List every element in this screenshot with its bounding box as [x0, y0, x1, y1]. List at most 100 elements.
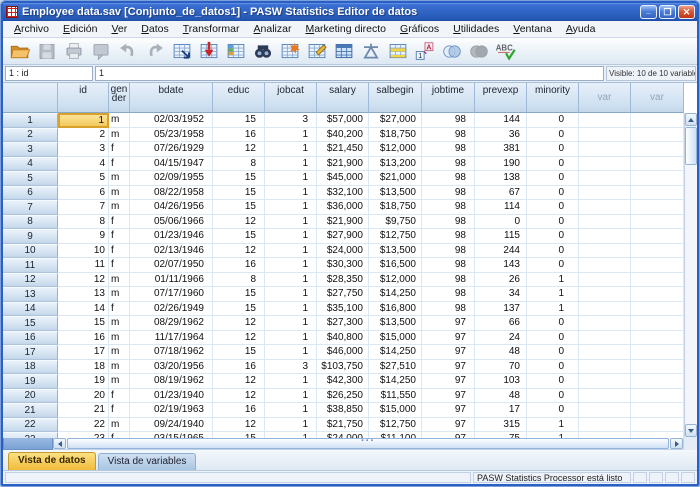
- insert-cases-icon[interactable]: [277, 39, 303, 64]
- grid-cell[interactable]: [631, 200, 684, 215]
- weight-cases-icon[interactable]: [358, 39, 384, 64]
- grid-cell[interactable]: m: [109, 113, 130, 128]
- grid-cell[interactable]: 97: [422, 360, 475, 375]
- grid-cell[interactable]: $21,900: [317, 215, 369, 230]
- row-header[interactable]: 20: [3, 389, 58, 404]
- grid-cell[interactable]: $15,000: [369, 331, 422, 346]
- grid-cell[interactable]: 1: [265, 331, 317, 346]
- grid-cell[interactable]: [579, 389, 631, 404]
- menu-datos[interactable]: Datos: [134, 22, 175, 36]
- grid-cell[interactable]: [579, 113, 631, 128]
- grid-cell[interactable]: $13,500: [369, 186, 422, 201]
- row-header[interactable]: 13: [3, 287, 58, 302]
- grid-cell[interactable]: $11,550: [369, 389, 422, 404]
- grid-cell[interactable]: $16,800: [369, 302, 422, 317]
- grid-cell[interactable]: 04/15/1947: [130, 157, 213, 172]
- grid-cell[interactable]: 08/29/1962: [130, 316, 213, 331]
- grid-cell[interactable]: 138: [475, 171, 527, 186]
- grid-cell[interactable]: [631, 389, 684, 404]
- grid-cell[interactable]: $27,900: [317, 229, 369, 244]
- vertical-scrollbar[interactable]: [684, 113, 697, 437]
- grid-cell[interactable]: 97: [422, 374, 475, 389]
- grid-cell[interactable]: 1: [527, 302, 579, 317]
- cell-editor[interactable]: 1: [95, 66, 604, 81]
- grid-cell[interactable]: $15,000: [369, 403, 422, 418]
- grid-cell[interactable]: 98: [422, 113, 475, 128]
- column-header-gender[interactable]: gender: [109, 83, 130, 113]
- grid-cell[interactable]: m: [109, 171, 130, 186]
- tab-vista-de-variables[interactable]: Vista de variables: [98, 453, 197, 470]
- grid-cell[interactable]: 98: [422, 157, 475, 172]
- column-header-minority[interactable]: minority: [527, 83, 579, 113]
- grid-cell[interactable]: 1: [265, 128, 317, 143]
- grid-cell[interactable]: 143: [475, 258, 527, 273]
- grid-cell[interactable]: 0: [527, 229, 579, 244]
- grid-cell[interactable]: 97: [422, 331, 475, 346]
- grid-cell[interactable]: [631, 418, 684, 433]
- grid-cell[interactable]: 0: [527, 374, 579, 389]
- grid-cell[interactable]: $21,900: [317, 157, 369, 172]
- grid-cell[interactable]: 67: [475, 186, 527, 201]
- grid-cell[interactable]: $14,250: [369, 345, 422, 360]
- grid-cell[interactable]: 0: [527, 186, 579, 201]
- grid-cell[interactable]: 98: [422, 244, 475, 259]
- row-header[interactable]: 22: [3, 418, 58, 433]
- grid-cell[interactable]: 36: [475, 128, 527, 143]
- grid-cell[interactable]: [579, 142, 631, 157]
- grid-cell[interactable]: 15: [213, 302, 265, 317]
- menu-ventana[interactable]: Ventana: [506, 22, 559, 36]
- grid-cell[interactable]: 0: [527, 157, 579, 172]
- grid-cell[interactable]: [631, 360, 684, 375]
- row-header[interactable]: 9: [3, 229, 58, 244]
- grid-cell[interactable]: [631, 287, 684, 302]
- grid-cell[interactable]: 16: [213, 360, 265, 375]
- grid-cell[interactable]: [579, 244, 631, 259]
- menu-transformar[interactable]: Transformar: [176, 22, 247, 36]
- grid-cell[interactable]: 02/19/1963: [130, 403, 213, 418]
- grid-cell[interactable]: $18,750: [369, 128, 422, 143]
- grid-cell[interactable]: m: [109, 273, 130, 288]
- grid-cell[interactable]: 04/26/1956: [130, 200, 213, 215]
- grid-cell[interactable]: $40,200: [317, 128, 369, 143]
- grid-cell[interactable]: [631, 128, 684, 143]
- goto-case-icon[interactable]: [169, 39, 195, 64]
- split-file-icon[interactable]: [331, 39, 357, 64]
- grid-cell[interactable]: m: [109, 331, 130, 346]
- grid-cell[interactable]: 98: [422, 200, 475, 215]
- grid-cell[interactable]: 4: [58, 157, 109, 172]
- grid-cell[interactable]: 98: [422, 273, 475, 288]
- grid-cell[interactable]: 115: [475, 229, 527, 244]
- row-header[interactable]: 5: [3, 171, 58, 186]
- grid-cell[interactable]: [579, 345, 631, 360]
- grid-cell[interactable]: [631, 113, 684, 128]
- grid-cell[interactable]: $27,510: [369, 360, 422, 375]
- grid-cell[interactable]: 3: [265, 113, 317, 128]
- grid-cell[interactable]: 09/24/1940: [130, 418, 213, 433]
- grid-cell[interactable]: 15: [213, 186, 265, 201]
- grid-cell[interactable]: f: [109, 215, 130, 230]
- menu-gr-ficos[interactable]: Gráficos: [393, 22, 446, 36]
- grid-cell[interactable]: 381: [475, 142, 527, 157]
- select-cases-icon[interactable]: [385, 39, 411, 64]
- grid-cell[interactable]: $103,750: [317, 360, 369, 375]
- grid-cell[interactable]: m: [109, 200, 130, 215]
- grid-cell[interactable]: f: [109, 258, 130, 273]
- row-header[interactable]: 21: [3, 403, 58, 418]
- grid-cell[interactable]: 8: [213, 157, 265, 172]
- grid-cell[interactable]: m: [109, 418, 130, 433]
- grid-cell[interactable]: 2: [58, 128, 109, 143]
- row-header[interactable]: 23: [3, 432, 58, 438]
- grid-cell[interactable]: [579, 287, 631, 302]
- grid-cell[interactable]: $32,100: [317, 186, 369, 201]
- grid-cell[interactable]: 1: [265, 403, 317, 418]
- grid-cell[interactable]: m: [109, 186, 130, 201]
- grid-cell[interactable]: [579, 403, 631, 418]
- grid-cell[interactable]: 8: [213, 273, 265, 288]
- spell-check-icon[interactable]: ABC: [493, 39, 519, 64]
- grid-cell[interactable]: 22: [58, 418, 109, 433]
- grid-cell[interactable]: [579, 128, 631, 143]
- grid-cell[interactable]: 144: [475, 113, 527, 128]
- grid-cell[interactable]: 01/23/1946: [130, 229, 213, 244]
- grid-cell[interactable]: 1: [265, 215, 317, 230]
- menu-archivo[interactable]: Archivo: [7, 22, 56, 36]
